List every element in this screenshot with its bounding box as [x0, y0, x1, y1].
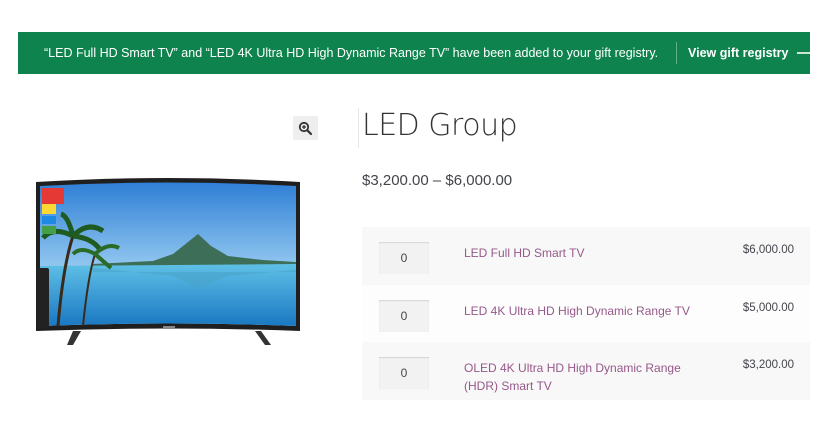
product-link[interactable]: LED 4K Ultra HD High Dynamic Range TV — [464, 302, 704, 320]
view-gift-registry-label: View gift registry — [688, 46, 789, 60]
zoom-in-icon — [298, 121, 313, 136]
notice-divider — [676, 42, 677, 64]
arrow-right-icon: ⟶ — [796, 46, 815, 60]
product-title: LED Group — [357, 108, 518, 148]
grouped-products-table: 0 LED Full HD Smart TV $6,000.00 0 LED 4… — [362, 227, 810, 400]
quantity-input[interactable]: 0 — [379, 242, 429, 274]
product-price: $6,000.00 — [742, 244, 794, 256]
product-price: $5,000.00 — [742, 301, 794, 314]
zoom-button[interactable] — [293, 116, 318, 140]
product-link[interactable]: LED Full HD Smart TV — [464, 244, 704, 262]
product-price: $3,200.00 — [742, 359, 794, 371]
quantity-input[interactable]: 0 — [379, 357, 429, 389]
table-row: 0 LED 4K Ultra HD High Dynamic Range TV … — [362, 284, 810, 342]
product-link[interactable]: OLED 4K Ultra HD High Dynamic Range (HDR… — [464, 359, 704, 395]
table-row: 0 LED Full HD Smart TV $6,000.00 — [362, 227, 810, 285]
quantity-input[interactable]: 0 — [379, 299, 429, 332]
notice-message: “LED Full HD Smart TV” and “LED 4K Ultra… — [44, 46, 659, 60]
table-row: 0 OLED 4K Ultra HD High Dynamic Range (H… — [362, 342, 810, 400]
product-image[interactable] — [33, 176, 303, 348]
success-notice: “LED Full HD Smart TV” and “LED 4K Ultra… — [18, 32, 814, 74]
price-range: $3,200.00 – $6,000.00 — [362, 172, 513, 189]
view-gift-registry-link[interactable]: View gift registry ⟶ — [688, 45, 814, 60]
